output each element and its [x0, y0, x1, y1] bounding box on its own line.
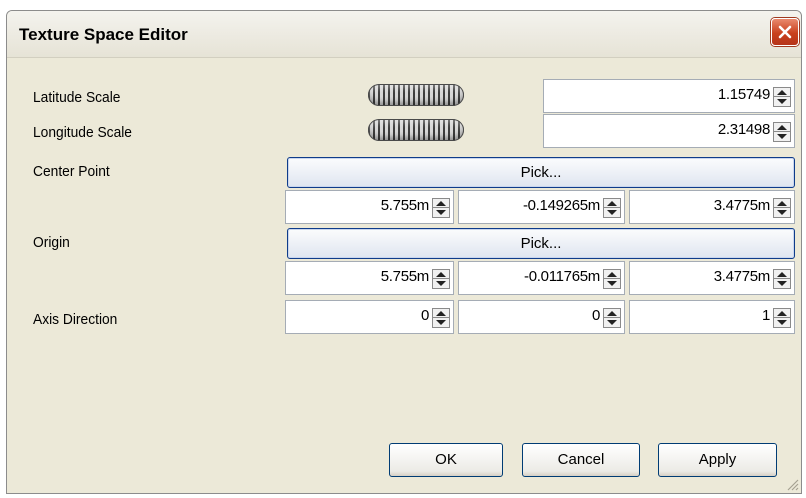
origin-pick-button[interactable]: Pick... — [287, 228, 795, 259]
center-point-pick-button[interactable]: Pick... — [287, 157, 795, 188]
spinner-up-button[interactable] — [433, 199, 449, 208]
spinner-arrows-icon[interactable] — [773, 308, 791, 328]
spinner-arrows-icon[interactable] — [603, 269, 621, 289]
axis-direction-y-spinner[interactable]: 0 — [458, 300, 625, 334]
spinner-down-button[interactable] — [774, 132, 790, 141]
spinner-arrows-icon[interactable] — [432, 308, 450, 328]
origin-label: Origin — [33, 234, 70, 251]
spinner-down-button[interactable] — [433, 318, 449, 327]
spinner-arrows-icon[interactable] — [432, 269, 450, 289]
title-bar[interactable]: Texture Space Editor — [7, 11, 801, 58]
origin-x-value: 5.755m — [380, 268, 430, 285]
spinner-up-button[interactable] — [433, 309, 449, 318]
axis-direction-x-spinner[interactable]: 0 — [285, 300, 454, 334]
latitude-scale-slider[interactable] — [368, 84, 464, 106]
spinner-arrows-icon[interactable] — [432, 198, 450, 218]
axis-direction-y-value: 0 — [591, 307, 600, 324]
center-point-z-value: 3.4775m — [713, 197, 771, 214]
spinner-up-button[interactable] — [774, 309, 790, 318]
center-point-y-value: -0.149265m — [522, 197, 600, 214]
longitude-scale-slider[interactable] — [368, 119, 464, 141]
spinner-down-button[interactable] — [774, 318, 790, 327]
spinner-up-button[interactable] — [604, 309, 620, 318]
axis-direction-z-value: 1 — [761, 307, 770, 324]
spinner-up-button[interactable] — [774, 88, 790, 97]
center-point-x-value: 5.755m — [380, 197, 430, 214]
axis-direction-label: Axis Direction — [33, 311, 118, 328]
center-point-x-spinner[interactable]: 5.755m — [285, 190, 454, 224]
spinner-down-button[interactable] — [604, 208, 620, 217]
close-icon — [778, 25, 792, 39]
spinner-up-button[interactable] — [604, 199, 620, 208]
longitude-scale-label: Longitude Scale — [33, 124, 132, 141]
origin-z-value: 3.4775m — [713, 268, 771, 285]
spinner-up-button[interactable] — [774, 123, 790, 132]
spinner-down-button[interactable] — [604, 318, 620, 327]
spinner-up-button[interactable] — [774, 270, 790, 279]
axis-direction-z-spinner[interactable]: 1 — [629, 300, 795, 334]
latitude-scale-label: Latitude Scale — [33, 89, 121, 106]
spinner-down-button[interactable] — [604, 279, 620, 288]
spinner-up-button[interactable] — [604, 270, 620, 279]
spinner-down-button[interactable] — [433, 208, 449, 217]
latitude-scale-value: 1.15749 — [717, 86, 770, 103]
origin-y-value: -0.011765m — [524, 268, 600, 285]
longitude-scale-value: 2.31498 — [717, 121, 770, 138]
axis-direction-x-value: 0 — [420, 307, 429, 324]
spinner-arrows-icon[interactable] — [773, 269, 791, 289]
close-button[interactable] — [771, 18, 799, 46]
window-title: Texture Space Editor — [19, 25, 188, 44]
spinner-down-button[interactable] — [433, 279, 449, 288]
spinner-arrows-icon[interactable] — [773, 87, 791, 107]
center-point-y-spinner[interactable]: -0.149265m — [458, 190, 625, 224]
longitude-scale-spinner[interactable]: 2.31498 — [543, 114, 795, 148]
ok-button[interactable]: OK — [389, 443, 503, 477]
spinner-down-button[interactable] — [774, 279, 790, 288]
spinner-up-button[interactable] — [774, 199, 790, 208]
spinner-arrows-icon[interactable] — [603, 308, 621, 328]
origin-y-spinner[interactable]: -0.011765m — [458, 261, 625, 295]
origin-z-spinner[interactable]: 3.4775m — [629, 261, 795, 295]
apply-button[interactable]: Apply — [658, 443, 777, 477]
latitude-scale-spinner[interactable]: 1.15749 — [543, 79, 795, 113]
spinner-down-button[interactable] — [774, 97, 790, 106]
spinner-up-button[interactable] — [433, 270, 449, 279]
texture-space-editor-dialog: Texture Space Editor Latitude Scale 1.15… — [6, 10, 802, 494]
center-point-label: Center Point — [33, 163, 110, 180]
resize-grip-icon[interactable] — [785, 477, 799, 491]
spinner-down-button[interactable] — [774, 208, 790, 217]
cancel-button[interactable]: Cancel — [522, 443, 640, 477]
spinner-arrows-icon[interactable] — [603, 198, 621, 218]
spinner-arrows-icon[interactable] — [773, 122, 791, 142]
spinner-arrows-icon[interactable] — [773, 198, 791, 218]
center-point-z-spinner[interactable]: 3.4775m — [629, 190, 795, 224]
origin-x-spinner[interactable]: 5.755m — [285, 261, 454, 295]
